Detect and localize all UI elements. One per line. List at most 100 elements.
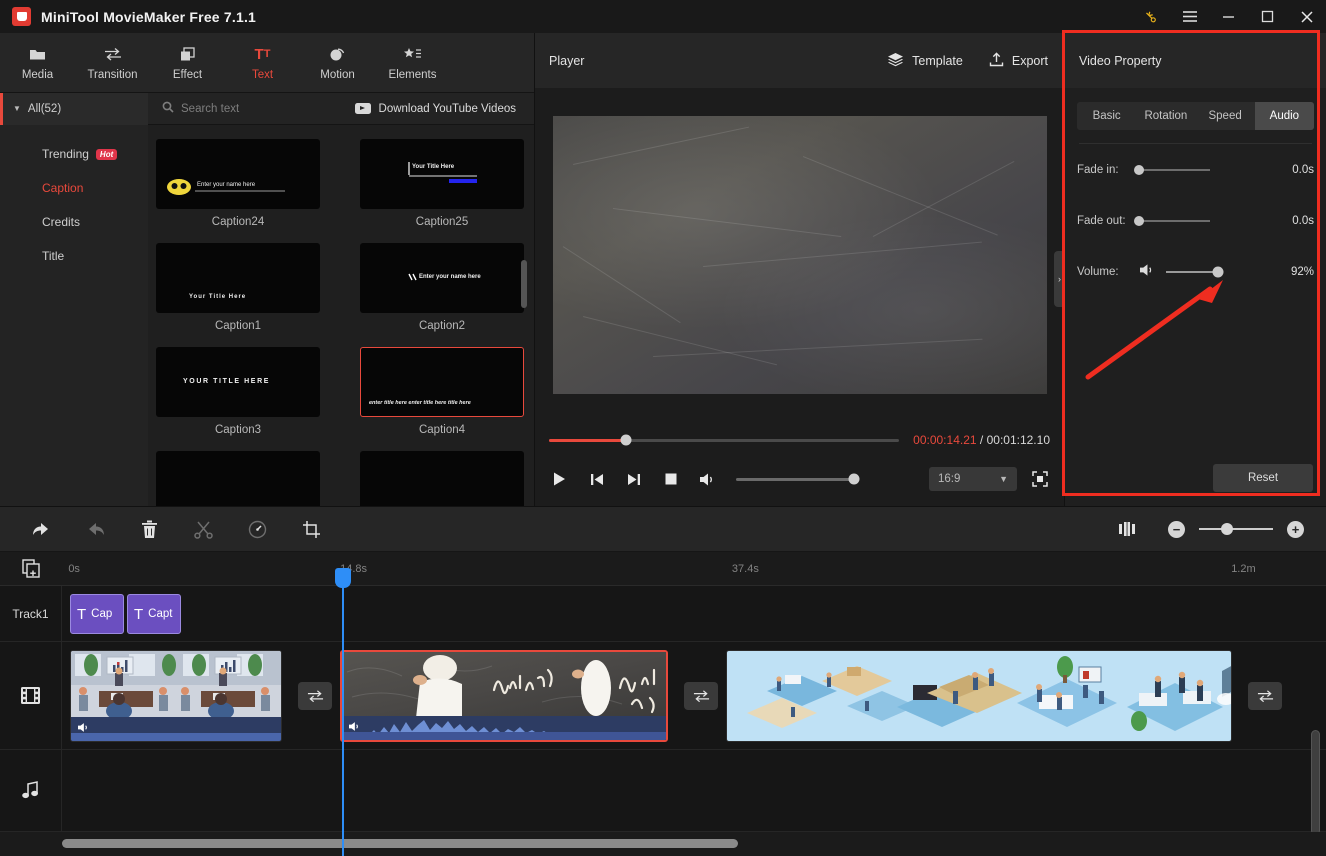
tab-audio[interactable]: Audio (1255, 102, 1314, 130)
timeline-zoom-slider[interactable] (1199, 528, 1273, 530)
split-view-icon[interactable] (1100, 506, 1154, 552)
category-item-caption[interactable]: Caption (0, 171, 148, 205)
tab-effect[interactable]: Effect (150, 45, 225, 81)
meeting-room-illustration-clip[interactable] (70, 650, 282, 742)
panel-collapse-toggle[interactable]: › (1054, 251, 1065, 307)
tab-media[interactable]: Media (0, 45, 75, 81)
tab-basic[interactable]: Basic (1077, 102, 1136, 130)
video-preview[interactable] (553, 116, 1047, 394)
player-volume-slider[interactable] (736, 478, 854, 481)
transition-slot-1[interactable] (298, 682, 332, 710)
volume-icon[interactable] (1139, 263, 1155, 280)
close-icon[interactable] (1287, 0, 1326, 33)
template-label: Caption1 (156, 313, 320, 341)
tab-transition[interactable]: Transition (75, 45, 150, 81)
track-text: Track1 T Cap T Capt (0, 586, 1326, 642)
search-icon (162, 101, 174, 116)
aspect-ratio-select[interactable]: 16:9 ▼ (929, 467, 1017, 491)
text-clip-label: Cap (91, 608, 112, 620)
timeline-horizontal-scrollbar[interactable] (62, 839, 738, 848)
ruler-tick: 0s (68, 563, 80, 575)
template-thumbnail-caption2[interactable]: Enter your name here (360, 243, 524, 313)
tab-rotation[interactable]: Rotation (1136, 102, 1195, 130)
template-thumbnail-caption24[interactable]: Enter your name here (156, 139, 320, 209)
timeline-zoom-handle[interactable] (1221, 523, 1233, 535)
fade-in-slider[interactable] (1139, 169, 1210, 171)
search-input[interactable] (181, 103, 331, 115)
undo-button[interactable] (14, 506, 68, 552)
template-cell: Enter your name here Caption2 (360, 243, 524, 341)
template-thumbnail-caption1[interactable]: Your Title Here (156, 243, 320, 313)
timeline-scroll-area (0, 832, 1326, 856)
template-thumbnail-partial-1[interactable] (156, 451, 320, 506)
track-text-body[interactable]: T Cap T Capt (62, 586, 1326, 641)
export-button[interactable]: Export (989, 52, 1048, 70)
all-categories-dropdown[interactable]: ▼ All(52) (0, 93, 148, 125)
key-icon[interactable]: ⚷ (1131, 0, 1170, 33)
motion-icon (329, 45, 346, 64)
template-thumbnail-partial-2[interactable] (360, 451, 524, 506)
zoom-out-button[interactable]: − (1168, 521, 1185, 538)
template-button[interactable]: Template (887, 52, 963, 70)
split-button[interactable] (176, 506, 230, 552)
youtube-download-icon (355, 103, 371, 114)
text-clip-2[interactable]: T Capt (127, 594, 181, 634)
library-scrollbar[interactable] (521, 260, 527, 308)
chevron-down-icon: ▼ (999, 474, 1008, 484)
track-video-body[interactable] (62, 642, 1326, 749)
property-panel-title: Video Property (1065, 33, 1326, 88)
template-thumbnail-caption3[interactable]: YOUR TITLE HERE (156, 347, 320, 417)
text-clip-1[interactable]: T Cap (70, 594, 124, 634)
zoom-in-button[interactable]: + (1287, 521, 1304, 538)
reset-button[interactable]: Reset (1213, 464, 1313, 492)
tab-motion[interactable]: Motion (300, 45, 375, 81)
fade-in-row: Fade in: 0.0s (1077, 144, 1314, 195)
template-thumbnail-caption4[interactable]: enter title here enter title here title … (360, 347, 524, 417)
mute-toggle-icon[interactable] (342, 721, 361, 735)
template-cell: Your Title Here Caption1 (156, 243, 320, 341)
tab-text[interactable]: TT Text (225, 45, 300, 81)
previous-frame-icon[interactable] (586, 469, 607, 490)
category-label: Credits (42, 215, 80, 229)
redo-button[interactable] (68, 506, 122, 552)
template-label: Caption25 (360, 209, 524, 237)
seek-handle[interactable] (621, 435, 632, 446)
fade-out-handle[interactable] (1134, 216, 1144, 226)
tab-speed[interactable]: Speed (1196, 102, 1255, 130)
speed-button[interactable] (230, 506, 284, 552)
minimize-icon[interactable] (1209, 0, 1248, 33)
volume-handle[interactable] (1213, 266, 1224, 277)
category-item-credits[interactable]: Credits (0, 205, 148, 239)
track-audio-body[interactable] (62, 750, 1326, 831)
category-item-trending[interactable]: Trending Hot (0, 137, 148, 171)
play-icon[interactable] (549, 469, 570, 490)
hamburger-menu-icon[interactable] (1170, 0, 1209, 33)
seek-bar[interactable] (549, 439, 899, 442)
ruler-ticks[interactable]: 0s 14.8s 37.4s 1.2m (62, 552, 1326, 585)
stop-icon[interactable] (660, 469, 681, 490)
transition-slot-3[interactable] (1248, 682, 1282, 710)
download-youtube-button[interactable]: Download YouTube Videos (355, 103, 534, 115)
search-area (148, 101, 355, 116)
fade-in-handle[interactable] (1134, 165, 1144, 175)
crop-button[interactable] (284, 506, 338, 552)
add-media-icon[interactable] (0, 552, 62, 585)
tab-elements[interactable]: Elements (375, 45, 450, 81)
category-label: Trending (42, 147, 89, 161)
player-volume-handle[interactable] (849, 474, 860, 485)
delete-button[interactable] (122, 506, 176, 552)
chalkboard-meeting-clip[interactable] (340, 650, 668, 742)
mute-toggle-icon[interactable] (71, 722, 90, 736)
library-body: Trending Hot Caption Credits Title (0, 125, 534, 506)
maximize-icon[interactable] (1248, 0, 1287, 33)
library-subbar: ▼ All(52) Download YouTube Videos (0, 93, 534, 125)
fullscreen-icon[interactable] (1029, 469, 1050, 490)
template-thumbnail-caption25[interactable]: Your Title Here (360, 139, 524, 209)
volume-icon[interactable] (697, 469, 718, 490)
fade-out-slider[interactable] (1139, 220, 1210, 222)
next-frame-icon[interactable] (623, 469, 644, 490)
category-item-title[interactable]: Title (0, 239, 148, 273)
isometric-office-clip[interactable] (726, 650, 1232, 742)
volume-slider[interactable] (1166, 271, 1223, 273)
transition-slot-2[interactable] (684, 682, 718, 710)
